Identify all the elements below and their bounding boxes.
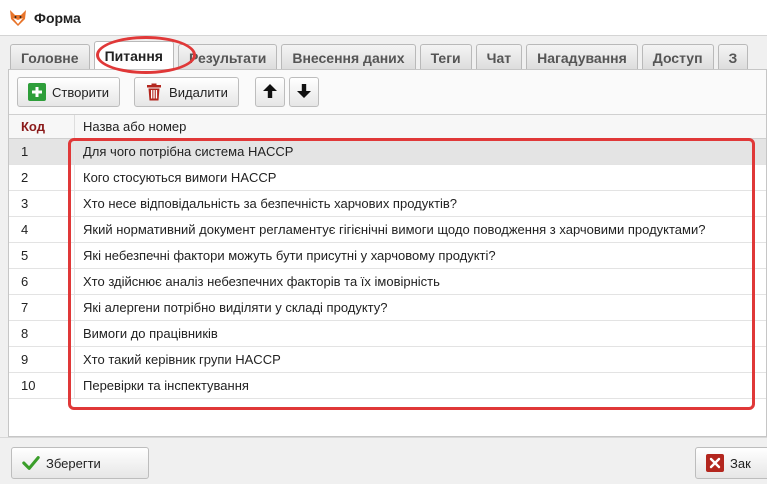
row-code: 8 — [9, 321, 75, 346]
row-code: 3 — [9, 191, 75, 216]
row-name: Вимоги до працівників — [83, 326, 218, 341]
tab-tags[interactable]: Теги — [419, 44, 472, 70]
tab-chat[interactable]: Чат — [475, 44, 523, 70]
row-code: 6 — [9, 269, 75, 294]
save-button[interactable]: Зберегти — [11, 447, 149, 479]
fox-icon — [8, 8, 28, 28]
table-row[interactable]: 8 Вимоги до працівників — [9, 321, 766, 347]
plus-icon — [28, 83, 46, 101]
table-row[interactable]: 3 Хто несе відповідальність за безпечніс… — [9, 191, 766, 217]
window-title: Форма — [34, 9, 81, 26]
checkmark-icon — [22, 454, 40, 472]
row-name: Кого стосуються вимоги HACCP — [83, 170, 277, 185]
close-button-label: Зак — [730, 455, 751, 471]
table-row[interactable]: 1 Для чого потрібна система HACCP — [9, 139, 766, 165]
column-header-code[interactable]: Код — [9, 115, 75, 138]
row-name: Хто здійснює аналіз небезпечних факторів… — [83, 274, 440, 289]
window-titlebar: Форма — [0, 0, 767, 36]
row-name: Перевірки та інспектування — [83, 378, 249, 393]
row-name: Які небезпечні фактори можуть бути прису… — [83, 248, 496, 263]
move-down-button[interactable] — [288, 77, 319, 107]
footer-bar: Зберегти Зак — [0, 437, 767, 484]
arrow-up-icon — [261, 82, 279, 103]
row-name: Які алергени потрібно виділяти у складі … — [83, 300, 388, 315]
delete-button[interactable]: Видалити — [134, 77, 239, 107]
trash-icon — [145, 83, 163, 101]
table-header: Код Назва або номер — [9, 115, 766, 139]
delete-button-label: Видалити — [169, 84, 228, 100]
row-name: Для чого потрібна система HACCP — [83, 144, 294, 159]
row-code: 1 — [9, 139, 75, 164]
move-up-button[interactable] — [254, 77, 285, 107]
table-row[interactable]: 7 Які алергени потрібно виділяти у склад… — [9, 295, 766, 321]
questions-panel: Створити Видалити Код Назва або номер 1 … — [8, 69, 767, 437]
table-row[interactable]: 5 Які небезпечні фактори можуть бути при… — [9, 243, 766, 269]
row-code: 5 — [9, 243, 75, 268]
row-code: 4 — [9, 217, 75, 242]
table-row[interactable]: 10 Перевірки та інспектування — [9, 373, 766, 399]
create-button[interactable]: Створити — [17, 77, 121, 107]
tab-bar: Головне Питання Результати Внесення дани… — [10, 40, 767, 70]
tab-data-entry[interactable]: Внесення даних — [281, 44, 416, 70]
row-code: 2 — [9, 165, 75, 190]
row-name: Який нормативний документ регламентує гі… — [83, 222, 706, 237]
arrow-down-icon — [295, 82, 313, 103]
tab-questions[interactable]: Питання — [93, 41, 174, 70]
table-row[interactable]: 4 Який нормативний документ регламентує … — [9, 217, 766, 243]
tab-results[interactable]: Результати — [177, 44, 278, 70]
table-row[interactable]: 6 Хто здійснює аналіз небезпечних фактор… — [9, 269, 766, 295]
close-icon — [706, 454, 724, 472]
tab-access[interactable]: Доступ — [641, 44, 714, 70]
tab-main[interactable]: Головне — [10, 44, 90, 70]
row-code: 7 — [9, 295, 75, 320]
row-name: Хто несе відповідальність за безпечність… — [83, 196, 458, 211]
save-button-label: Зберегти — [46, 455, 101, 471]
row-code: 9 — [9, 347, 75, 372]
toolbar: Створити Видалити — [17, 76, 323, 108]
table-row[interactable]: 9 Хто такий керівник групи HACCP — [9, 347, 766, 373]
table-row[interactable]: 2 Кого стосуються вимоги HACCP — [9, 165, 766, 191]
tab-reminders[interactable]: Нагадування — [526, 44, 638, 70]
create-button-label: Створити — [52, 84, 110, 100]
column-header-name[interactable]: Назва або номер — [75, 115, 766, 138]
row-code: 10 — [9, 373, 75, 398]
row-name: Хто такий керівник групи HACCP — [83, 352, 281, 367]
close-button[interactable]: Зак — [695, 447, 767, 479]
questions-table: Код Назва або номер 1 Для чого потрібна … — [9, 114, 766, 436]
tab-more[interactable]: З — [717, 44, 749, 70]
